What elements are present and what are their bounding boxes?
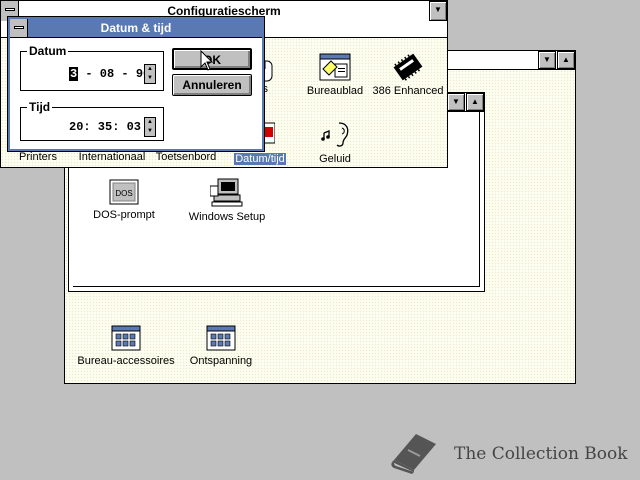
cp-item-printers[interactable]: Printers [13, 151, 63, 163]
system-menu-button[interactable] [10, 19, 28, 37]
watermark: The Collection Book [388, 430, 638, 474]
dos-prompt-icon: DOS [109, 179, 139, 205]
cp-item-geluid[interactable]: Geluid [309, 119, 361, 165]
book-icon [391, 434, 436, 474]
cp-label: 386 Enhanced [372, 85, 444, 97]
spin-up-icon[interactable]: ▲ [145, 118, 155, 127]
cancel-button[interactable]: Annuleren [172, 74, 252, 96]
chip-icon [393, 53, 423, 81]
time-group: Tijd 20: 35: 03 ▲ ▼ [20, 100, 164, 141]
cp-item-internationaal[interactable]: Internationaal [75, 151, 149, 163]
date-rest-segment: - 08 - 90 [78, 67, 151, 81]
cp-label: Toetsenbord [155, 151, 217, 163]
desktop-icon [319, 53, 351, 81]
cp-label: Datum/tijd [234, 153, 286, 165]
sound-icon [321, 122, 349, 147]
datum-tijd-dialog: Datum & tijd Datum 3 - 08 - 90 ▲ ▼ Tijd … [8, 17, 264, 151]
group-label: Ontspanning [189, 355, 253, 367]
dos-icon-text: DOS [115, 189, 132, 198]
maximize-button[interactable]: ▲ [557, 51, 575, 69]
program-label: DOS-prompt [93, 209, 155, 221]
program-item-dos-prompt[interactable]: DOS DOS-prompt [89, 179, 159, 221]
time-spinner[interactable]: ▲ ▼ [144, 117, 156, 137]
maximize-button[interactable]: ▲ [466, 93, 484, 111]
spin-down-icon[interactable]: ▼ [145, 127, 155, 136]
date-spinner[interactable]: ▲ ▼ [144, 64, 156, 84]
program-group-icon [111, 325, 141, 351]
cp-item-386-enhanced[interactable]: 386 Enhanced [371, 53, 445, 97]
program-label: Windows Setup [188, 211, 266, 223]
minimize-button[interactable]: ▼ [429, 1, 447, 21]
cp-label: Printers [19, 151, 57, 163]
time-label: Tijd [27, 100, 53, 114]
cp-label: Geluid [319, 153, 351, 165]
minimize-button[interactable]: ▼ [538, 51, 556, 69]
group-icon-ontspanning[interactable]: Ontspanning [179, 325, 263, 367]
spin-up-icon[interactable]: ▲ [145, 65, 155, 74]
group-label: Bureau-accessoires [77, 355, 175, 367]
date-day-segment[interactable]: 3 [69, 67, 79, 81]
program-group-icon [206, 325, 236, 351]
cp-label: Bureaublad [306, 85, 364, 97]
group-icon-bureau-accessoires[interactable]: Bureau-accessoires [71, 325, 181, 367]
cp-item-toetsenbord[interactable]: Toetsenbord [153, 151, 219, 163]
time-field[interactable]: 20: 35: 03 [69, 120, 141, 134]
cp-item-bureaublad[interactable]: Bureaublad [303, 53, 367, 97]
spin-down-icon[interactable]: ▼ [145, 74, 155, 83]
dialog-titlebar[interactable]: Datum & tijd [10, 19, 262, 38]
mouse-pointer-icon [200, 50, 214, 71]
cp-label: Internationaal [78, 151, 146, 163]
date-label: Datum [27, 44, 69, 58]
program-item-windows-setup[interactable]: Windows Setup [179, 177, 275, 223]
minimize-button[interactable]: ▼ [447, 93, 465, 111]
date-field[interactable]: 3 - 08 - 90 [69, 67, 150, 81]
date-group: Datum 3 - 08 - 90 ▲ ▼ [20, 44, 164, 91]
watermark-text: The Collection Book [454, 444, 628, 464]
computer-icon [210, 178, 243, 207]
